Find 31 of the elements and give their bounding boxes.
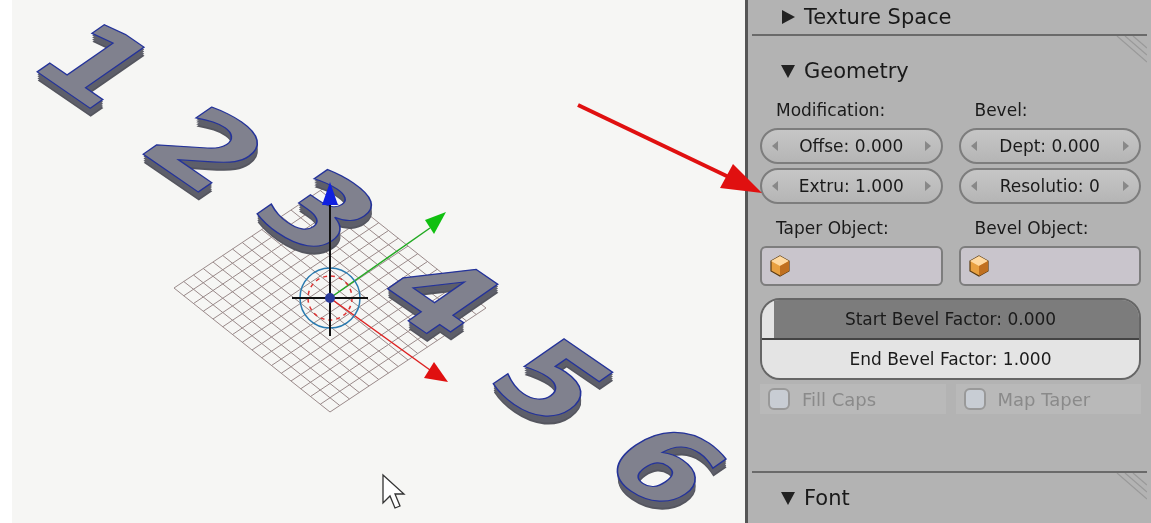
increment-arrow-icon[interactable] [1123,181,1129,191]
decrement-arrow-icon[interactable] [772,181,778,191]
field-label: Taper Object: [775,217,890,240]
column-label: Modification: [775,100,887,122]
number-field[interactable]: Offse: 0.000 [760,128,943,164]
number-field[interactable]: Extru: 1.000 [760,168,943,204]
increment-arrow-icon[interactable] [924,141,931,151]
decrement-arrow-icon[interactable] [772,141,778,151]
cube-icon [968,255,989,277]
panel-header[interactable]: Font [752,471,1147,523]
slider[interactable]: End Bevel Factor: 1.000 [762,340,1139,378]
column-label: Bevel: [973,100,1029,122]
number-field[interactable]: Resolutio: 0 [958,168,1141,204]
section-title: Geometry [804,59,909,83]
number-field[interactable]: Dept: 0.000 [958,128,1141,164]
3d-cursor-icon [291,259,369,337]
increment-arrow-icon[interactable] [924,181,931,191]
panel-header[interactable]: Texture Space [752,0,1147,36]
increment-arrow-icon[interactable] [1123,141,1129,151]
object-field[interactable] [760,246,943,286]
panel-header[interactable]: Geometry [752,36,1147,100]
cube-icon [770,255,790,277]
decrement-arrow-icon[interactable] [970,181,977,191]
section-title: Texture Space [804,5,952,29]
slider[interactable]: Start Bevel Factor: 0.000 [762,300,1139,340]
section-title: Font [804,486,850,510]
decrement-arrow-icon[interactable] [970,141,977,151]
field-label: Bevel Object: [973,217,1090,240]
object-field[interactable] [958,246,1141,286]
3d-text-object[interactable]: 1 [12,6,180,124]
mouse-pointer-icon [382,473,406,509]
